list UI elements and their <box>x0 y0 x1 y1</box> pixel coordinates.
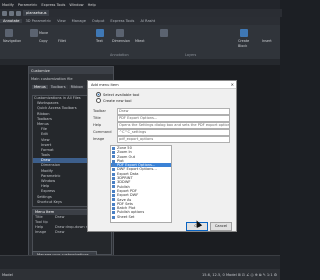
help-input[interactable]: Opens the Settings dialog box and sets t… <box>117 121 230 129</box>
image-field: Image pdf_export_options <box>93 135 230 143</box>
title-field: Title PDF Export Options... <box>93 114 230 122</box>
list-item-label: Sheet Set <box>117 214 135 219</box>
tab-toolbars[interactable]: Toolbars <box>48 85 68 89</box>
tab-express-tools[interactable]: Express Tools <box>107 19 137 23</box>
list-item[interactable]: Sheet Set <box>111 215 171 219</box>
tab-ribbon[interactable]: Ribbon <box>68 85 86 89</box>
navigation-icon[interactable] <box>5 29 13 37</box>
tab-al-rasht[interactable]: Al Rasht <box>137 19 158 23</box>
property-key: Image <box>35 230 47 234</box>
annotation-panel-title: Annotation <box>110 53 129 57</box>
copy-label[interactable]: Copy <box>39 39 48 43</box>
mtext-label[interactable]: Mtext <box>135 39 145 43</box>
navigation-label: Navigation <box>3 39 22 43</box>
field-label: Help <box>93 123 102 127</box>
cancel-button[interactable]: Cancel <box>210 222 232 231</box>
dimension-icon[interactable] <box>116 29 124 37</box>
tab-manage[interactable]: Manage <box>69 19 89 23</box>
dialog-title[interactable]: Add menu item <box>88 81 236 89</box>
layout-tab-model[interactable]: Model <box>0 273 13 277</box>
block-label[interactable]: Block <box>238 44 247 48</box>
tab-menus[interactable]: Menus <box>32 85 48 89</box>
save-icon[interactable] <box>16 10 21 16</box>
move-icon[interactable] <box>30 29 38 37</box>
status-bar: Model 15.6, 12.5, 0 Model ⊞ ⊡ ∠ ◎ ⊕ ⧉ ✎ … <box>0 269 280 280</box>
property-value[interactable]: Draw <box>55 215 64 220</box>
insert-block-icon[interactable] <box>240 29 248 37</box>
status-readout: 15.6, 12.5, 0 Model ⊞ ⊡ ∠ ◎ ⊕ ⧉ ✎ 1:1 ⚙ <box>201 272 277 277</box>
tab-3d-parametric[interactable]: 3D Parametric <box>22 19 54 23</box>
field-label: Toolbar <box>93 109 106 113</box>
create-new-tool-radio[interactable]: Create new tool <box>96 98 131 103</box>
title-input[interactable]: PDF Export Options... <box>117 114 230 122</box>
field-label: Command <box>93 130 112 134</box>
image-input[interactable]: pdf_export_options <box>117 135 230 143</box>
command-field: Command ^C^C_settings <box>93 128 230 136</box>
select-available-tool-radio[interactable]: Select available tool <box>96 92 139 97</box>
layers-icon[interactable] <box>160 29 168 37</box>
tab-annotate[interactable]: Annotate <box>0 19 23 23</box>
dimension-label[interactable]: Dimension <box>112 39 130 43</box>
field-label: Title <box>93 116 101 120</box>
menu-parametric[interactable]: Parametric <box>16 3 39 7</box>
document-tabs-strip <box>0 59 280 65</box>
text-label[interactable]: Text <box>96 39 103 43</box>
ribbon-tabs: Annotate 3D Parametric View Manage Outpu… <box>0 17 280 25</box>
close-icon[interactable]: ✕ <box>231 82 234 87</box>
help-field: Help Opens the Settings dialog box and s… <box>93 121 230 129</box>
add-menu-item-dialog: Add menu item ✕ Select available tool Cr… <box>87 80 237 232</box>
ribbon-panel: Navigation Move Copy Fillet Text Dimensi… <box>0 25 280 60</box>
new-icon[interactable] <box>2 10 7 16</box>
menu-express-tools[interactable]: Express Tools <box>39 3 67 7</box>
toolbar-field: Toolbar Draw <box>93 107 230 115</box>
open-icon[interactable] <box>9 10 14 16</box>
command-line[interactable] <box>0 255 280 270</box>
menu-modify[interactable]: Modify <box>0 3 16 7</box>
quick-access-toolbar: plansehaus <box>0 9 282 17</box>
menu-bar: Modify Parametric Express Tools Window H… <box>0 0 280 9</box>
fillet-label[interactable]: Fillet <box>58 39 66 43</box>
text-icon[interactable] <box>96 29 104 37</box>
radio-checked-icon <box>96 92 101 97</box>
tab-output[interactable]: Output <box>89 19 107 23</box>
tab-view[interactable]: View <box>54 19 69 23</box>
radio-unchecked-icon <box>96 98 101 103</box>
property-value[interactable]: Draw <box>55 230 64 235</box>
toolbar-input[interactable]: Draw <box>117 107 230 115</box>
insert-label[interactable]: Insert <box>262 39 272 43</box>
tool-icon <box>112 215 115 219</box>
command-input[interactable]: ^C^C_settings <box>117 128 230 136</box>
document-tab[interactable]: plansehaus <box>23 10 50 16</box>
create-label[interactable]: Create <box>238 39 249 43</box>
menu-help[interactable]: Help <box>86 3 98 7</box>
menu-window[interactable]: Window <box>67 3 85 7</box>
radio-label: Select available tool <box>103 92 140 97</box>
radio-label: Create new tool <box>103 98 132 103</box>
field-label: Image <box>93 137 105 141</box>
layers-panel-title: Layers <box>185 53 197 57</box>
customize-title[interactable]: Customize <box>29 67 113 74</box>
customization-file-label: Main customization file <box>31 77 73 81</box>
move-label[interactable]: Move <box>39 31 48 35</box>
tool-list[interactable]: Zone 50 Zoom In Zoom Out Plot PDF Export… <box>110 145 172 223</box>
